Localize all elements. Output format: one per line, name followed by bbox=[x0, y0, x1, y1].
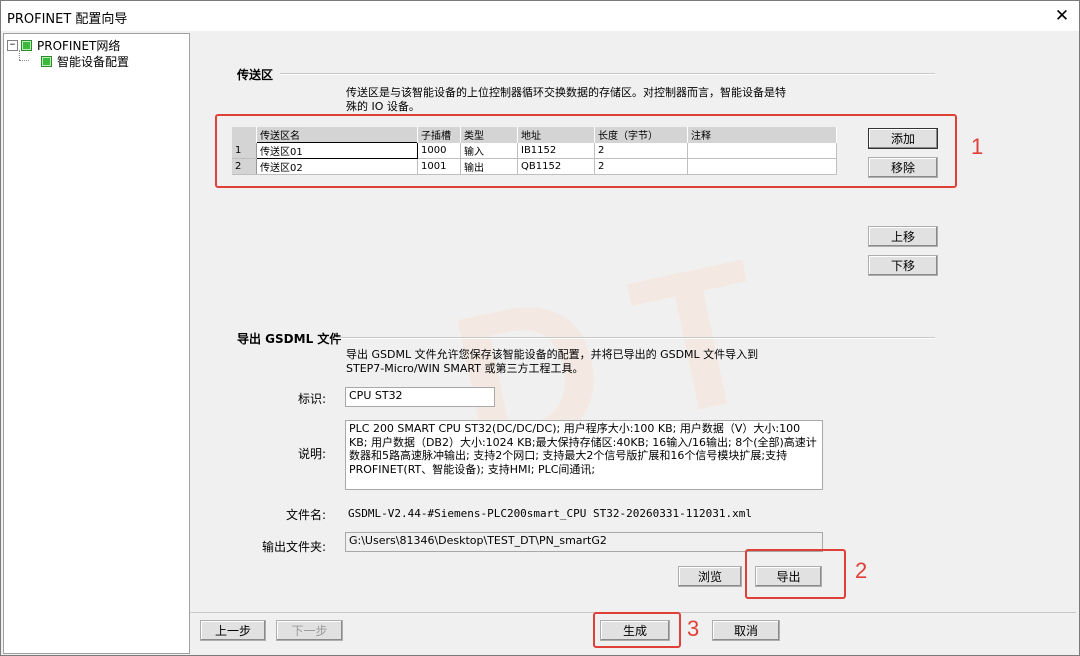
description-line: 殊的 IO 设备。 bbox=[346, 100, 420, 113]
tree-item-label: PROFINET网络 bbox=[37, 39, 121, 53]
folder-label: 输出文件夹: bbox=[261, 540, 326, 554]
tree-connector bbox=[19, 50, 20, 60]
export-description: 导出 GSDML 文件允许您保存该智能设备的配置，并将已导出的 GSDML 文件… bbox=[346, 348, 758, 376]
desc-label: 说明: bbox=[297, 447, 326, 461]
annotation-box-2 bbox=[745, 549, 846, 599]
desc-textarea[interactable]: PLC 200 SMART CPU ST32(DC/DC/DC); 用户程序大小… bbox=[345, 420, 823, 490]
annotation-number-1: 1 bbox=[971, 134, 984, 159]
transfer-description: 传送区是与该智能设备的上位控制器循环交换数据的存储区。对控制器而言，智能设备是特… bbox=[346, 86, 786, 114]
description-line: STEP7-Micro/WIN SMART 或第三方工程工具。 bbox=[346, 362, 584, 375]
node-icon bbox=[41, 56, 52, 67]
section-divider bbox=[280, 73, 935, 75]
description-line: 导出 GSDML 文件允许您保存该智能设备的配置，并将已导出的 GSDML 文件… bbox=[346, 348, 759, 361]
close-icon[interactable]: ✕ bbox=[1049, 4, 1075, 28]
annotation-number-3: 3 bbox=[687, 616, 700, 641]
prev-button[interactable]: 上一步 bbox=[200, 620, 266, 641]
transfer-section-title: 传送区 bbox=[237, 68, 274, 82]
move-down-button[interactable]: 下移 bbox=[868, 255, 938, 276]
browse-button[interactable]: 浏览 bbox=[678, 566, 742, 587]
tree-connector bbox=[19, 60, 29, 61]
id-input[interactable]: CPU ST32 bbox=[345, 387, 495, 407]
collapse-icon[interactable]: − bbox=[7, 40, 18, 51]
annotation-box-3 bbox=[593, 612, 681, 648]
nav-tree: − PROFINET网络 智能设备配置 bbox=[3, 33, 190, 654]
node-icon bbox=[21, 40, 32, 51]
filename-value: GSDML-V2.44-#Siemens-PLC200smart_CPU ST3… bbox=[348, 507, 752, 520]
move-up-button[interactable]: 上移 bbox=[868, 226, 938, 247]
cancel-button[interactable]: 取消 bbox=[712, 620, 780, 641]
section-divider bbox=[336, 337, 935, 339]
tree-item-label: 智能设备配置 bbox=[57, 55, 130, 69]
annotation-box-1 bbox=[215, 114, 957, 188]
window-title: PROFINET 配置向导 bbox=[7, 12, 128, 27]
export-section-title: 导出 GSDML 文件 bbox=[237, 332, 342, 346]
annotation-number-2: 2 bbox=[855, 558, 868, 583]
tree-item-profinet-network[interactable]: − PROFINET网络 bbox=[7, 37, 120, 54]
next-button[interactable]: 下一步 bbox=[276, 620, 343, 641]
title-bar: PROFINET 配置向导 ✕ bbox=[1, 1, 1079, 31]
filename-label: 文件名: bbox=[285, 508, 326, 522]
tree-item-intelligent-device[interactable]: 智能设备配置 bbox=[41, 53, 129, 70]
id-label: 标识: bbox=[297, 392, 326, 406]
description-line: 传送区是与该智能设备的上位控制器循环交换数据的存储区。对控制器而言，智能设备是特 bbox=[346, 86, 786, 99]
